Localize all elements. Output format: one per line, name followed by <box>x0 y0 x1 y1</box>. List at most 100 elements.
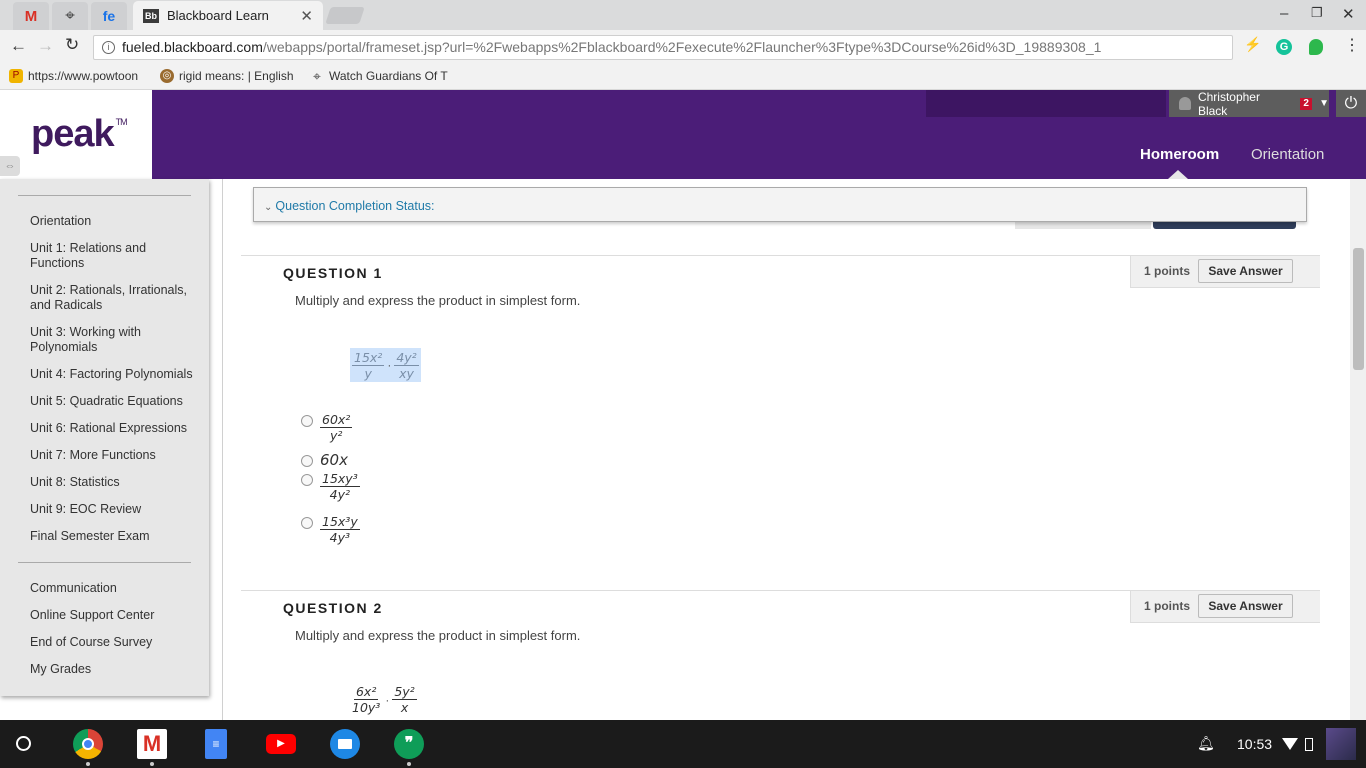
screen: M ⌖ fe Bb Blackboard Learn ✕ – ❐ ✕ ← → ↻… <box>0 0 1366 768</box>
fraction: 6x² 10y³ <box>352 684 381 715</box>
chevron-down-icon[interactable]: ▼ <box>1319 98 1329 109</box>
question-expression: 6x² 10y³ · 5y² x <box>350 684 417 715</box>
question-completion-status[interactable]: ⌄ Question Completion Status: <box>253 187 1307 222</box>
answer-radio-d[interactable] <box>301 517 313 529</box>
notification-badge[interactable]: 2 <box>1300 97 1313 110</box>
files-icon[interactable] <box>330 729 360 759</box>
dictionary-icon: ◎ <box>160 69 174 83</box>
active-tab-caret <box>1168 170 1188 179</box>
menu-online-support[interactable]: Online Support Center <box>30 608 195 623</box>
menu-unit-8[interactable]: Unit 8: Statistics <box>30 475 195 490</box>
menu-unit-7[interactable]: Unit 7: More Functions <box>30 448 195 463</box>
answer-option-b[interactable]: 60x <box>320 451 348 469</box>
hangouts-icon[interactable]: ❞ <box>394 729 424 759</box>
docs-icon[interactable]: ≡ <box>205 729 227 759</box>
extension-icon[interactable]: ⚡ <box>1244 36 1261 53</box>
multiply-dot: · <box>385 692 390 707</box>
bookmark-powtoon[interactable]: Phttps://www.powtoon <box>9 69 147 83</box>
peak-logo[interactable]: peak TM <box>31 113 128 156</box>
menu-orientation[interactable]: Orientation <box>30 214 195 229</box>
save-answer-button[interactable]: Save Answer <box>1198 259 1293 283</box>
menu-communication[interactable]: Communication <box>30 581 195 596</box>
restore-icon[interactable]: ❐ <box>1311 5 1323 21</box>
blackboard-favicon: Bb <box>143 8 159 23</box>
fraction: 4y² xy <box>394 349 419 381</box>
tab-orientation[interactable]: Orientation <box>1251 146 1324 163</box>
bookmarks-bar: Phttps://www.powtoon ◎ rigid means: | Eng… <box>0 64 1366 90</box>
points-label: 1 points <box>1144 264 1191 278</box>
menu-survey[interactable]: End of Course Survey <box>30 635 195 650</box>
answer-option-d[interactable]: 15x³y 4y³ <box>320 514 360 545</box>
fraction: 5y² x <box>392 684 417 715</box>
question-prompt: Multiply and express the product in simp… <box>295 293 581 308</box>
notification-bell-icon[interactable]: 🔔︎ <box>1197 735 1215 752</box>
divider <box>18 562 191 563</box>
user-avatar[interactable] <box>1326 728 1356 760</box>
menu-unit-4[interactable]: Unit 4: Factoring Polynomials <box>30 367 195 382</box>
logout-power-icon[interactable]: ⏻ <box>1336 90 1366 117</box>
user-avatar-icon <box>1179 97 1191 110</box>
header-dark-strip <box>926 90 1166 117</box>
menu-toggle-icon[interactable]: ⇔ <box>0 156 20 176</box>
menu-unit-2[interactable]: Unit 2: Rationals, Irrationals, and Radi… <box>30 283 195 313</box>
browser-tabstrip: M ⌖ fe Bb Blackboard Learn ✕ – ❐ ✕ <box>0 0 1366 30</box>
gmail-tab[interactable]: M <box>13 2 49 30</box>
new-tab-button[interactable] <box>325 7 365 24</box>
hidden-submit-button <box>1153 222 1296 229</box>
crosshair-icon: ⌖ <box>65 6 75 25</box>
hidden-button <box>1015 222 1151 229</box>
wifi-icon[interactable] <box>1282 738 1298 750</box>
bookmark-dictionary[interactable]: ◎ rigid means: | English <box>160 69 298 83</box>
question-points-bar: 1 points Save Answer <box>1130 256 1320 288</box>
tab-homeroom[interactable]: Homeroom <box>1140 146 1219 163</box>
info-icon[interactable]: i <box>102 41 115 54</box>
menu-unit-1[interactable]: Unit 1: Relations and Functions <box>30 241 195 271</box>
gmail-icon[interactable]: M <box>137 729 167 759</box>
user-menu[interactable]: Christopher Black 2 ▼ <box>1169 90 1329 118</box>
answer-radio-a[interactable] <box>301 415 313 427</box>
chrome-icon[interactable] <box>73 729 103 759</box>
close-window-icon[interactable]: ✕ <box>1342 5 1355 23</box>
scrollbar-thumb[interactable] <box>1353 248 1364 370</box>
menu-icon[interactable]: ⋮ <box>1344 35 1360 55</box>
divider <box>18 195 191 196</box>
powtoon-icon: P <box>9 69 23 83</box>
pinned-tab-2[interactable]: ⌖ <box>52 2 88 30</box>
menu-final-exam[interactable]: Final Semester Exam <box>30 529 195 544</box>
launcher-icon[interactable] <box>16 736 31 751</box>
tab-title: Blackboard Learn <box>167 8 269 23</box>
minimize-icon[interactable]: – <box>1280 5 1288 22</box>
fe-icon: fe <box>102 8 116 24</box>
multiply-dot: · <box>387 358 392 372</box>
question-points-bar: 1 points Save Answer <box>1130 591 1320 623</box>
save-answer-button[interactable]: Save Answer <box>1198 594 1293 618</box>
url-host: fueled.blackboard.com <box>122 39 263 55</box>
close-tab-icon[interactable]: ✕ <box>300 7 313 25</box>
menu-unit-5[interactable]: Unit 5: Quadratic Equations <box>30 394 195 409</box>
address-bar[interactable]: i fueled.blackboard.com/webapps/portal/f… <box>93 35 1233 60</box>
youtube-icon[interactable]: ▶ <box>266 734 296 754</box>
menu-unit-9[interactable]: Unit 9: EOC Review <box>30 502 195 517</box>
evernote-icon[interactable] <box>1309 39 1323 55</box>
double-chevron-down-icon: ⌄ <box>264 202 273 213</box>
answer-option-a[interactable]: 60x² y² <box>320 412 353 443</box>
bookmark-guardians[interactable]: ⌖ Watch Guardians Of T <box>310 69 448 83</box>
question-title: QUESTION 1 <box>283 265 383 281</box>
menu-my-grades[interactable]: My Grades <box>30 662 195 677</box>
answer-radio-b[interactable] <box>301 455 313 467</box>
grammarly-icon[interactable]: G <box>1276 39 1292 55</box>
menu-unit-6[interactable]: Unit 6: Rational Expressions <box>30 421 195 436</box>
menu-unit-3[interactable]: Unit 3: Working with Polynomials <box>30 325 195 355</box>
question-title: QUESTION 2 <box>283 600 383 616</box>
battery-icon[interactable] <box>1305 738 1313 751</box>
pinned-tab-3[interactable]: fe <box>91 2 127 30</box>
points-label: 1 points <box>1144 599 1191 613</box>
answer-radio-c[interactable] <box>301 474 313 486</box>
answer-option-c[interactable]: 15xy³ 4y² <box>320 471 360 502</box>
course-menu: Orientation Unit 1: Relations and Functi… <box>0 179 209 696</box>
clock[interactable]: 10:53 <box>1237 736 1272 752</box>
active-tab[interactable]: Bb Blackboard Learn ✕ <box>133 1 323 30</box>
forward-icon[interactable]: → <box>37 36 54 56</box>
back-icon[interactable]: ← <box>10 36 27 56</box>
reload-icon[interactable]: ↻ <box>65 35 79 55</box>
